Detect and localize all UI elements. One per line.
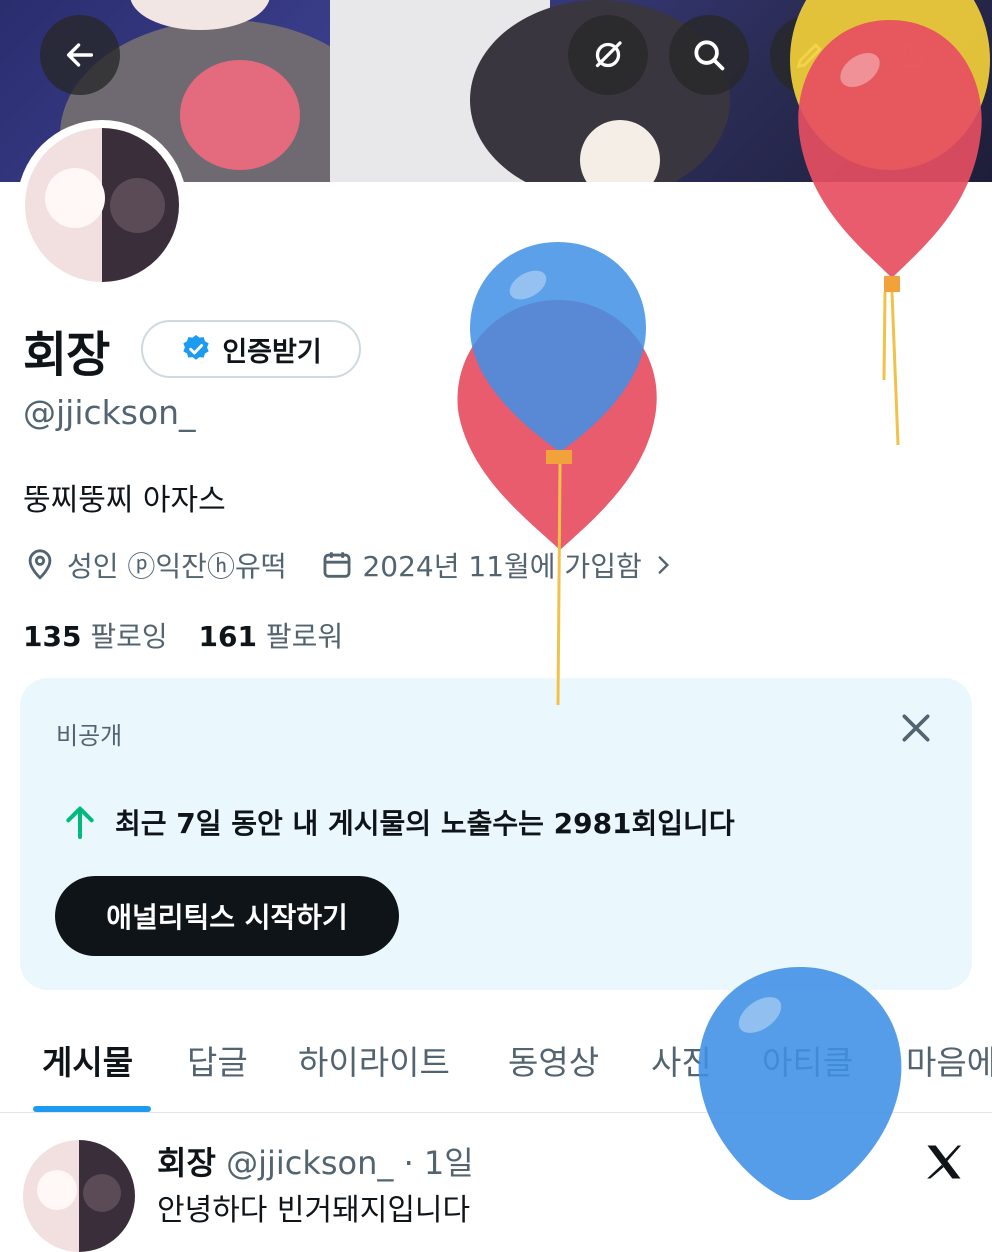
avatar-image — [25, 128, 179, 282]
tab-photos[interactable]: 사진 — [651, 1036, 712, 1084]
banner-art-shape — [180, 60, 300, 170]
get-verified-button[interactable]: 인증받기 — [141, 320, 361, 378]
followers-link[interactable]: 161 팔로워 — [199, 620, 344, 653]
chevron-right-icon[interactable] — [650, 552, 676, 578]
post-author-name[interactable]: 회장 — [157, 1144, 216, 1182]
balloon-overlay-icon — [457, 242, 657, 706]
following-count: 135 — [23, 620, 82, 653]
tab-highlights[interactable]: 하이라이트 — [298, 1036, 450, 1084]
followers-count: 161 — [198, 620, 257, 653]
close-icon[interactable] — [896, 708, 936, 748]
tab-likes[interactable]: 마음에 — [906, 1036, 992, 1084]
profile-meta: 성인 ⓟ익잔ⓗ유떡 2024년 11월에 가입함 — [23, 545, 676, 585]
profile-joined-date: 2024년 11월에 가입함 — [362, 550, 642, 583]
profile-location: 성인 ⓟ익잔ⓗ유떡 — [67, 550, 287, 583]
profile-tabs: 게시물 답글 하이라이트 동영상 사진 아티클 마음에 — [0, 1010, 992, 1113]
back-button[interactable] — [40, 15, 120, 95]
share-button[interactable] — [871, 15, 951, 95]
grok-icon — [595, 41, 622, 68]
post-author-avatar[interactable] — [23, 1140, 135, 1252]
impressions-text: 최근 7일 동안 내 게시물의 노출수는 2981회입니다 — [115, 807, 735, 840]
get-verified-label: 인증받기 — [222, 336, 322, 368]
search-button[interactable] — [669, 15, 749, 95]
grok-button[interactable] — [568, 15, 648, 95]
edit-button[interactable] — [770, 15, 850, 95]
following-link[interactable]: 135 팔로잉 — [23, 620, 168, 653]
card-private-label: 비공개 — [56, 722, 123, 750]
x-logo-icon — [927, 1145, 962, 1179]
pencil-icon — [796, 43, 822, 69]
search-icon — [694, 40, 725, 71]
start-analytics-button[interactable]: 애널리틱스 시작하기 — [55, 876, 399, 956]
post-author-handle[interactable]: @jjickson_ — [226, 1144, 393, 1182]
following-label: 팔로잉 — [90, 620, 168, 653]
arrow-up-icon — [66, 806, 94, 839]
active-tab-indicator — [33, 1106, 151, 1112]
tab-replies[interactable]: 답글 — [187, 1036, 248, 1084]
profile-bio: 뚱찌뚱찌 아자스 — [23, 483, 226, 518]
verified-badge-icon — [183, 335, 209, 360]
calendar-icon — [324, 552, 351, 578]
share-icon — [899, 40, 923, 68]
location-pin-icon — [28, 549, 52, 580]
post-header: 회장 @jjickson_ · 1일 — [157, 1138, 474, 1184]
tab-videos[interactable]: 동영상 — [508, 1036, 599, 1084]
analytics-card: 비공개 최근 7일 동안 내 게시물의 노출수는 2981회입니다 애널리틱스 … — [20, 678, 972, 990]
tab-posts[interactable]: 게시물 — [42, 1036, 133, 1084]
follow-stats: 135 팔로잉 161 팔로워 — [23, 615, 343, 655]
post-text: 안녕하다 빈거돼지입니다 — [157, 1193, 471, 1228]
followers-label: 팔로워 — [265, 620, 344, 653]
arrow-left-icon — [66, 43, 94, 67]
profile-name: 회장 — [23, 327, 110, 383]
profile-handle: @jjickson_ — [23, 393, 196, 432]
tab-articles[interactable]: 아티클 — [762, 1036, 853, 1084]
profile-avatar[interactable] — [17, 120, 187, 290]
post-time: · 1일 — [403, 1144, 474, 1182]
